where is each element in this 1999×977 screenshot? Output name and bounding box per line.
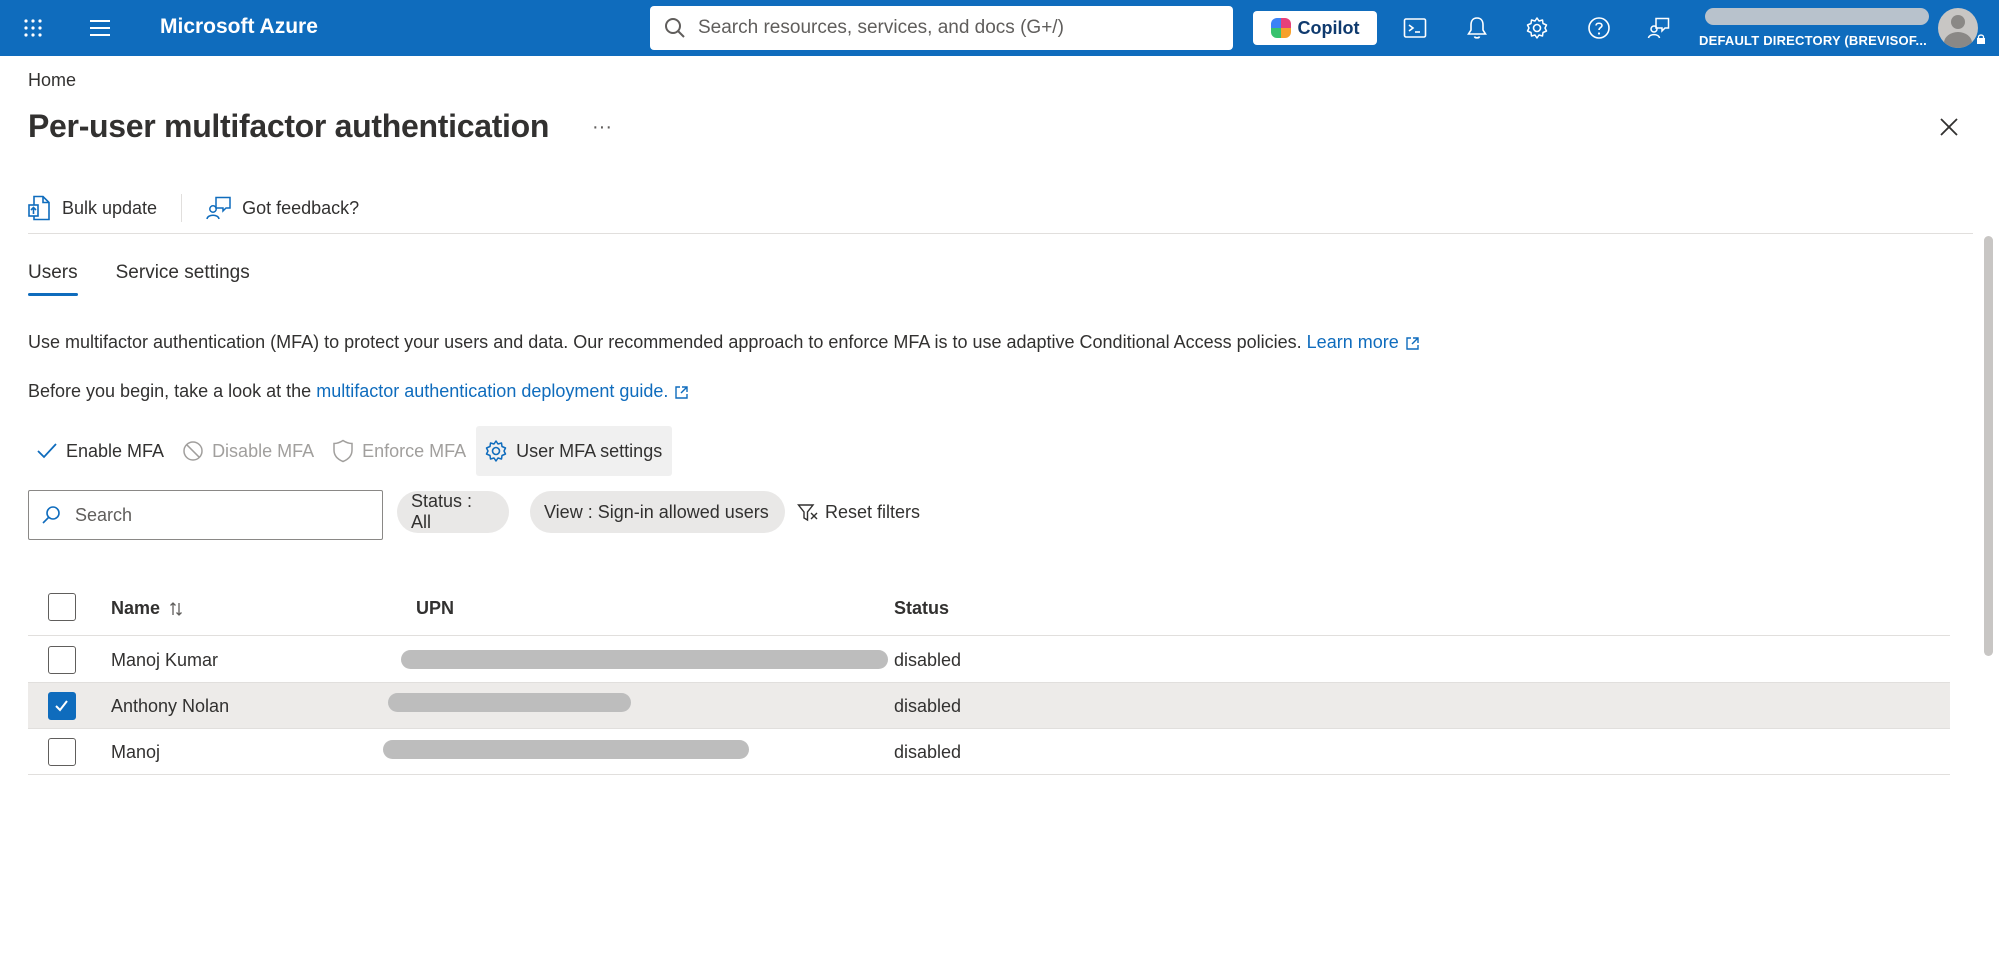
menu-icon[interactable] [86, 14, 114, 42]
user-name[interactable]: Manoj Kumar [111, 650, 218, 671]
learn-more-link[interactable]: Learn more [1307, 332, 1420, 352]
intro-sentence: Use multifactor authentication (MFA) to … [28, 332, 1302, 352]
mfa-status: disabled [894, 742, 962, 762]
external-link-icon [1406, 337, 1419, 350]
bulk-update-label: Bulk update [62, 197, 158, 218]
select-all-checkbox[interactable] [48, 593, 76, 621]
directory-label[interactable]: DEFAULT DIRECTORY (BREVISOF... [1699, 33, 1927, 48]
upn-redacted [388, 693, 631, 712]
command-divider [181, 194, 183, 222]
block-icon [183, 441, 203, 461]
lock-icon [1977, 34, 1985, 44]
tab-service-settings[interactable]: Service settings [116, 262, 250, 294]
copilot-icon [1270, 18, 1291, 38]
deployment-guide-label: multifactor authentication deployment gu… [316, 381, 669, 401]
page-title: Per-user multifactor authentication [28, 108, 550, 144]
notifications-icon[interactable] [1463, 14, 1491, 42]
command-bar-divider [28, 233, 1973, 234]
copilot-button[interactable]: Copilot [1253, 11, 1377, 45]
tab-users[interactable]: Users [28, 262, 78, 296]
settings-gear-icon[interactable] [1523, 14, 1551, 42]
before-sentence: Before you begin, take a look at the [28, 381, 312, 401]
feedback-icon[interactable] [1645, 14, 1673, 42]
cloud-shell-icon[interactable] [1401, 14, 1429, 42]
table-header: Name UPN Status [28, 585, 1950, 636]
top-bar: Microsoft Azure Search resources, servic… [0, 0, 1999, 56]
column-header-upn[interactable]: UPN [416, 598, 454, 619]
disable-mfa-label: Disable MFA [212, 440, 315, 461]
row-checkbox[interactable] [48, 738, 76, 766]
guide-text: Before you begin, take a look at the mul… [28, 381, 689, 402]
upn-redacted [401, 650, 888, 669]
column-header-name[interactable]: Name [111, 598, 183, 619]
view-filter-pill[interactable]: View : Sign-in allowed users [530, 491, 785, 533]
table-row[interactable]: Manoj disabled [28, 729, 1950, 775]
disable-mfa-button[interactable]: Disable MFA [174, 426, 324, 476]
user-search-placeholder: Search [75, 504, 133, 525]
search-icon [665, 18, 685, 38]
bulk-update-button[interactable]: Bulk update [28, 195, 157, 221]
global-search-input[interactable]: Search resources, services, and docs (G+… [650, 6, 1233, 50]
reset-filters-label: Reset filters [825, 502, 921, 522]
table-row[interactable]: Anthony Nolan disabled [28, 683, 1950, 729]
mfa-status: disabled [894, 696, 962, 716]
vertical-scrollbar[interactable] [1984, 236, 1993, 656]
table-row[interactable]: Manoj Kumar disabled [28, 637, 1950, 683]
person-feedback-icon [206, 196, 231, 220]
reset-filters-button[interactable]: Reset filters [797, 502, 920, 523]
close-icon[interactable] [1936, 114, 1962, 140]
feedback-button[interactable]: Got feedback? [206, 196, 359, 220]
column-name-label: Name [111, 598, 161, 618]
gear-icon [485, 440, 507, 462]
avatar[interactable] [1938, 8, 1978, 48]
external-link-icon [675, 386, 689, 399]
user-name[interactable]: Anthony Nolan [111, 696, 229, 717]
account-name-redacted[interactable] [1705, 8, 1929, 25]
learn-more-label: Learn more [1306, 332, 1399, 352]
tab-list: Users Service settings [28, 262, 288, 296]
command-bar: Bulk update Got feedback? [28, 190, 359, 226]
user-mfa-settings-button[interactable]: User MFA settings [476, 426, 673, 476]
row-checkbox[interactable] [48, 692, 76, 720]
checkmark-icon [37, 443, 57, 459]
app-launcher-icon[interactable] [19, 14, 47, 42]
user-search-input[interactable]: Search [28, 490, 383, 540]
enable-mfa-label: Enable MFA [66, 440, 165, 461]
intro-text: Use multifactor authentication (MFA) to … [28, 332, 1420, 353]
enable-mfa-button[interactable]: Enable MFA [28, 426, 174, 476]
upn-redacted [383, 740, 749, 759]
global-search-placeholder: Search resources, services, and docs (G+… [698, 17, 1064, 38]
filter-clear-icon [797, 503, 818, 521]
checkmark-icon [55, 700, 68, 712]
breadcrumb-home[interactable]: Home [28, 70, 76, 91]
column-header-status[interactable]: Status [894, 598, 949, 619]
deployment-guide-link[interactable]: multifactor authentication deployment gu… [316, 381, 689, 401]
mfa-status: disabled [894, 650, 962, 670]
mfa-action-bar: Enable MFA Disable MFA Enforce MFA User … [28, 426, 673, 476]
document-upload-icon [28, 195, 50, 221]
shield-icon [333, 439, 353, 463]
more-options-button[interactable]: ··· [592, 116, 612, 139]
user-name[interactable]: Manoj [111, 742, 160, 763]
row-checkbox[interactable] [48, 646, 76, 674]
enforce-mfa-button[interactable]: Enforce MFA [324, 426, 476, 476]
help-icon[interactable] [1585, 14, 1613, 42]
feedback-label: Got feedback? [242, 197, 360, 218]
status-filter-pill[interactable]: Status : All [397, 491, 509, 533]
user-mfa-settings-label: User MFA settings [516, 440, 663, 461]
sort-icon [170, 602, 183, 617]
copilot-label: Copilot [1297, 17, 1360, 38]
enforce-mfa-label: Enforce MFA [362, 440, 467, 461]
search-icon [42, 506, 60, 524]
brand-title[interactable]: Microsoft Azure [160, 15, 318, 39]
